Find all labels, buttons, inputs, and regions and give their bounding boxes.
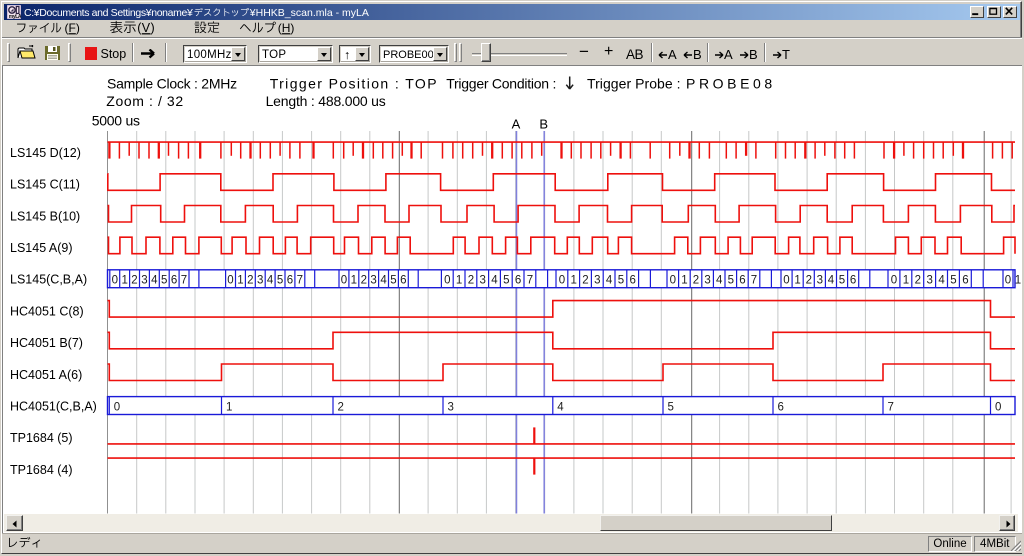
svg-text:6: 6 — [850, 275, 856, 287]
svg-text:5: 5 — [668, 401, 674, 413]
svg-text:5: 5 — [950, 275, 956, 287]
svg-text:4: 4 — [938, 275, 945, 287]
svg-text:1: 1 — [570, 275, 576, 287]
svg-text:5: 5 — [618, 275, 624, 287]
svg-text:3: 3 — [479, 275, 485, 287]
svg-text:6: 6 — [515, 275, 521, 287]
svg-text:4: 4 — [606, 275, 613, 287]
svg-text:4: 4 — [716, 275, 723, 287]
svg-text:2: 2 — [338, 401, 344, 413]
svg-text:0: 0 — [444, 275, 450, 287]
svg-text:5: 5 — [839, 275, 845, 287]
svg-text:6: 6 — [778, 401, 784, 413]
svg-text:1: 1 — [1015, 275, 1021, 287]
svg-text:5: 5 — [728, 275, 734, 287]
svg-text:5: 5 — [390, 275, 396, 287]
svg-text:6: 6 — [962, 275, 968, 287]
svg-text:3: 3 — [594, 275, 600, 287]
svg-text:1: 1 — [794, 275, 800, 287]
svg-text:PROBE08: PROBE08 — [686, 76, 776, 92]
svg-text:4: 4 — [491, 275, 498, 287]
svg-text:2: 2 — [693, 275, 699, 287]
svg-text:2: 2 — [806, 275, 812, 287]
svg-text:2: 2 — [468, 275, 474, 287]
svg-text:1: 1 — [456, 275, 462, 287]
svg-text:Trigger Condition :: Trigger Condition : — [446, 76, 556, 92]
svg-text:7: 7 — [751, 275, 757, 287]
svg-text:4: 4 — [380, 275, 387, 287]
svg-text:1: 1 — [681, 275, 687, 287]
svg-text:0: 0 — [783, 275, 789, 287]
svg-text:A: A — [512, 117, 521, 132]
svg-text:6: 6 — [400, 275, 406, 287]
svg-text:2: 2 — [915, 275, 921, 287]
svg-text:3: 3 — [448, 401, 454, 413]
svg-text:7: 7 — [527, 275, 533, 287]
svg-text:4: 4 — [828, 275, 835, 287]
svg-text:3: 3 — [370, 275, 376, 287]
svg-text:Trigger Probe :: Trigger Probe : — [587, 76, 681, 92]
svg-text:5: 5 — [503, 275, 509, 287]
svg-text:1: 1 — [351, 275, 357, 287]
svg-text:3: 3 — [817, 275, 823, 287]
svg-text:B: B — [539, 117, 548, 132]
svg-text:3: 3 — [926, 275, 932, 287]
svg-text:7: 7 — [888, 401, 894, 413]
svg-text:6: 6 — [739, 275, 745, 287]
svg-text:0: 0 — [559, 275, 565, 287]
svg-text:6: 6 — [629, 275, 635, 287]
svg-text:0: 0 — [1005, 275, 1011, 287]
svg-text:4: 4 — [557, 401, 564, 413]
svg-text:0: 0 — [995, 401, 1001, 413]
svg-text:1: 1 — [903, 275, 909, 287]
svg-text:3: 3 — [704, 275, 710, 287]
svg-text:0: 0 — [341, 275, 347, 287]
svg-text:2: 2 — [582, 275, 588, 287]
svg-text:2: 2 — [361, 275, 367, 287]
svg-text:0: 0 — [891, 275, 897, 287]
svg-text:0: 0 — [670, 275, 676, 287]
